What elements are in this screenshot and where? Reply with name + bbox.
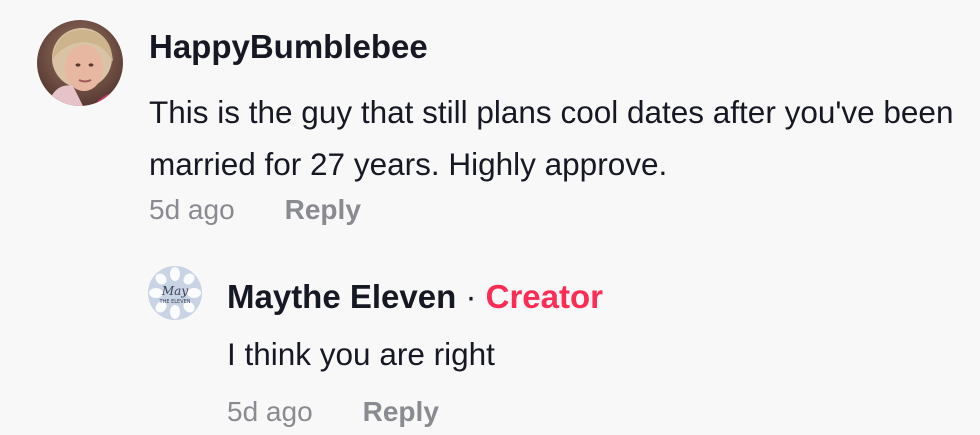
user-avatar-photo xyxy=(37,20,123,106)
avatar[interactable] xyxy=(37,20,123,106)
comment-text: This is the guy that still plans cool da… xyxy=(149,94,954,182)
separator-dot: · xyxy=(465,278,477,315)
reply-meta: 5d ago Reply xyxy=(227,396,439,428)
reply-button[interactable]: Reply xyxy=(363,396,439,427)
reply-button[interactable]: Reply xyxy=(285,194,361,225)
reply-username[interactable]: Maythe Eleven xyxy=(227,278,456,315)
reply-item: May THE ELEVEN Maythe Eleven · Creator I… xyxy=(0,250,980,435)
reply-author-line: Maythe Eleven · Creator xyxy=(227,278,603,316)
svg-text:THE ELEVEN: THE ELEVEN xyxy=(159,299,191,305)
reply-text: I think you are right xyxy=(227,336,495,372)
svg-text:May: May xyxy=(161,284,188,298)
brand-logo-avatar: May THE ELEVEN xyxy=(148,266,202,320)
comment-timestamp: 5d ago xyxy=(149,194,235,225)
creator-badge: Creator xyxy=(485,278,603,315)
comment-username[interactable]: HappyBumblebee xyxy=(149,28,428,66)
comment-item: HappyBumblebee This is the guy that stil… xyxy=(0,0,980,240)
reply-timestamp: 5d ago xyxy=(227,396,313,427)
comment-meta: 5d ago Reply xyxy=(149,194,361,226)
avatar[interactable]: May THE ELEVEN xyxy=(148,266,202,320)
